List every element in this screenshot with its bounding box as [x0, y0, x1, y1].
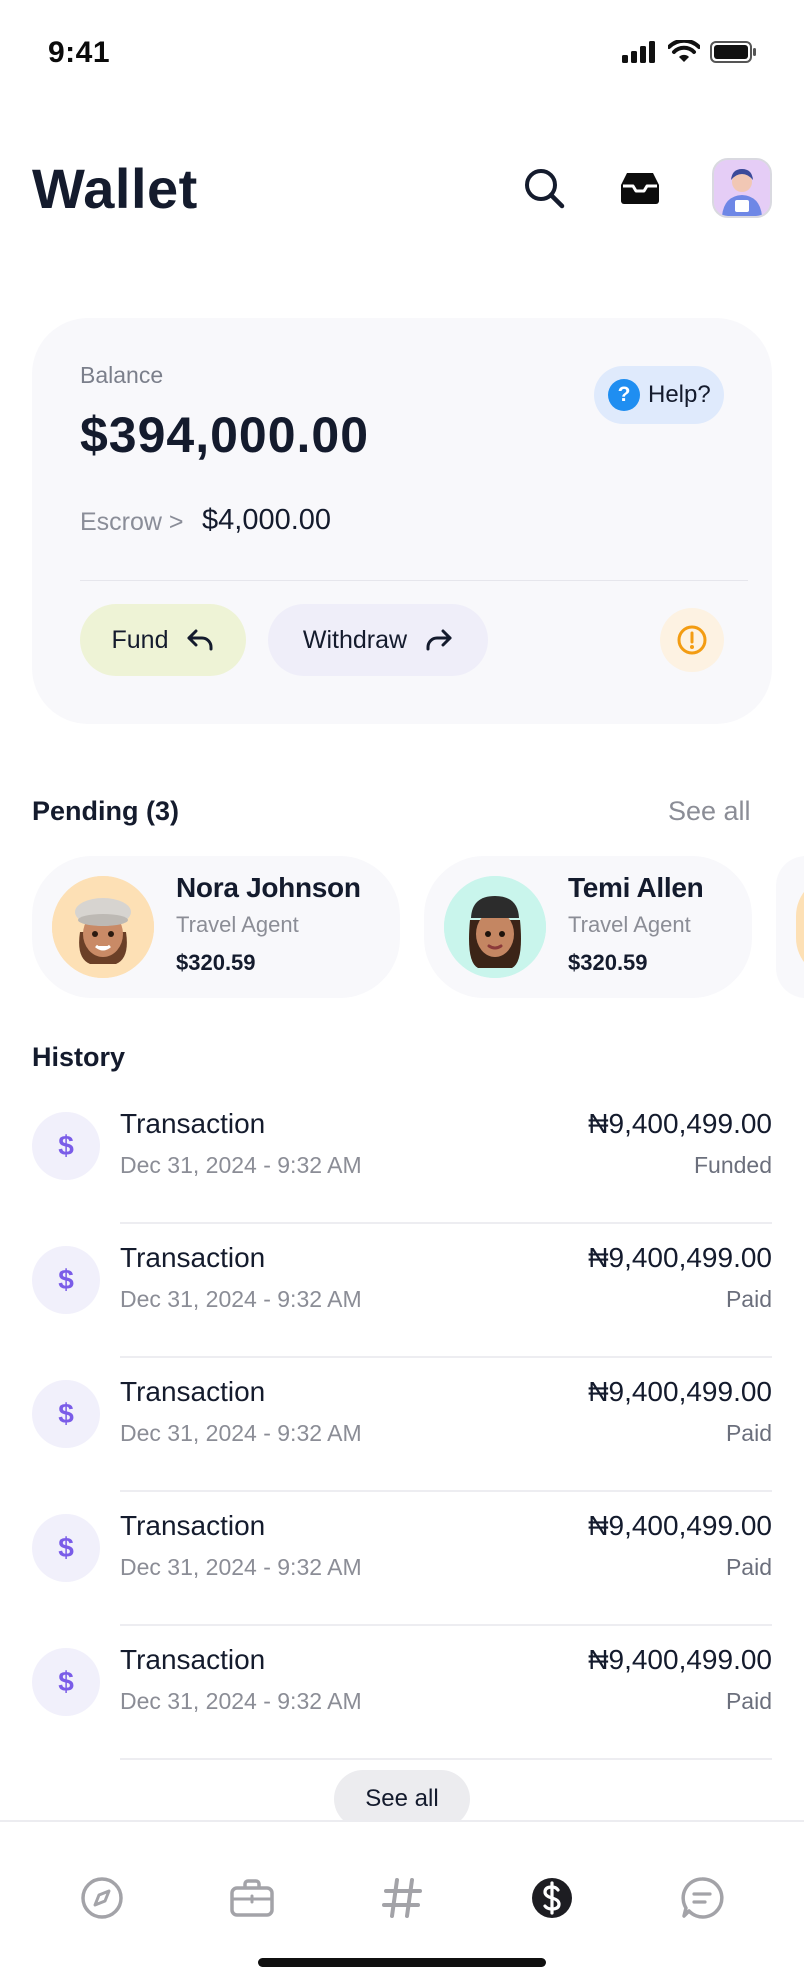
- dollar-icon: $: [32, 1246, 100, 1314]
- dollar-icon: $: [32, 1514, 100, 1582]
- pending-see-all-link[interactable]: See all: [668, 796, 751, 827]
- balance-value: $394,000.00: [80, 407, 370, 463]
- transaction-title: Transaction: [120, 1242, 266, 1273]
- dollar-icon: $: [32, 1112, 100, 1180]
- transaction-status: Paid: [725, 1688, 772, 1714]
- dollar-icon: [532, 1878, 572, 1918]
- balance-card: Balance $394,000.00 ? Help? Escrow > $4,…: [32, 318, 772, 724]
- bottom-nav: [0, 1820, 804, 1982]
- transaction-status: Paid: [725, 1286, 772, 1312]
- forward-arrow-icon: [426, 629, 452, 651]
- help-button[interactable]: ? Help?: [594, 366, 724, 424]
- transaction-amount: ₦9,400,499.00: [588, 1108, 772, 1139]
- transaction-title: Transaction: [120, 1510, 266, 1541]
- transaction-status: Paid: [725, 1554, 772, 1580]
- nav-channels[interactable]: [378, 1874, 426, 1922]
- home-indicator[interactable]: [258, 1958, 546, 1967]
- status-icons: [622, 40, 758, 64]
- transaction-title: Transaction: [120, 1376, 266, 1407]
- avatar: [714, 160, 770, 216]
- transaction-date: Dec 31, 2024 - 9:32 AM: [120, 1688, 362, 1714]
- fund-button[interactable]: Fund: [80, 604, 246, 676]
- transaction-row[interactable]: $ Transaction Dec 31, 2024 - 9:32 AM ₦9,…: [0, 1224, 804, 1358]
- alert-button[interactable]: [660, 608, 724, 672]
- pending-name: Nora Johnson: [176, 872, 361, 903]
- search-icon: [525, 169, 565, 209]
- transaction-date: Dec 31, 2024 - 9:32 AM: [120, 1420, 362, 1446]
- history-title: History: [32, 1042, 126, 1072]
- inbox-icon: [621, 173, 659, 204]
- compass-icon: [81, 1877, 123, 1919]
- transaction-row[interactable]: $ Transaction Dec 31, 2024 - 9:32 AM ₦9,…: [0, 1492, 804, 1626]
- transaction-amount: ₦9,400,499.00: [588, 1376, 772, 1407]
- pending-amount: $320.59: [176, 950, 256, 975]
- inbox-button[interactable]: [610, 158, 670, 218]
- transaction-date: Dec 31, 2024 - 9:32 AM: [120, 1152, 362, 1178]
- header: Wallet: [0, 150, 804, 230]
- pending-card[interactable]: Nora Johnson Travel Agent $320.59: [32, 856, 400, 998]
- help-label: Help?: [648, 381, 711, 408]
- nav-jobs[interactable]: [228, 1874, 276, 1922]
- pending-card-partial[interactable]: [776, 856, 804, 998]
- warning-icon: [677, 625, 707, 655]
- avatar: [796, 876, 804, 978]
- nav-wallet[interactable]: [528, 1874, 576, 1922]
- nav-explore[interactable]: [78, 1874, 126, 1922]
- dollar-icon: $: [32, 1380, 100, 1448]
- hashtag-icon: [382, 1878, 422, 1918]
- chat-icon: [681, 1877, 724, 1919]
- transaction-date: Dec 31, 2024 - 9:32 AM: [120, 1286, 362, 1312]
- withdraw-label: Withdraw: [302, 625, 408, 654]
- transaction-title: Transaction: [120, 1108, 266, 1139]
- transaction-amount: ₦9,400,499.00: [588, 1510, 772, 1541]
- status-time: 9:41: [48, 36, 111, 69]
- transaction-status: Paid: [725, 1420, 772, 1446]
- transaction-row[interactable]: $ Transaction Dec 31, 2024 - 9:32 AM ₦9,…: [0, 1358, 804, 1492]
- memoji-avatar: [52, 876, 154, 978]
- card-divider: [80, 580, 748, 581]
- pending-role: Travel Agent: [568, 912, 691, 937]
- transaction-status: Funded: [693, 1152, 772, 1178]
- search-button[interactable]: [514, 158, 574, 218]
- profile-avatar-button[interactable]: [712, 158, 772, 218]
- question-icon: ?: [608, 379, 640, 411]
- pending-amount: $320.59: [568, 950, 648, 975]
- wifi-icon: [668, 40, 700, 62]
- divider: [120, 1758, 772, 1760]
- transaction-title: Transaction: [120, 1644, 266, 1675]
- avatar: [444, 876, 546, 978]
- transaction-date: Dec 31, 2024 - 9:32 AM: [120, 1554, 362, 1580]
- status-bar: 9:41: [0, 0, 804, 110]
- transaction-amount: ₦9,400,499.00: [588, 1644, 772, 1675]
- escrow-value: $4,000.00: [202, 504, 332, 536]
- pending-card[interactable]: Temi Allen Travel Agent $320.59: [424, 856, 752, 998]
- withdraw-button[interactable]: Withdraw: [268, 604, 488, 676]
- pending-role: Travel Agent: [176, 912, 299, 937]
- battery-icon: [710, 41, 756, 63]
- briefcase-icon: [230, 1879, 274, 1917]
- transaction-amount: ₦9,400,499.00: [588, 1242, 772, 1273]
- pending-name: Temi Allen: [568, 872, 704, 903]
- transaction-row[interactable]: $ Transaction Dec 31, 2024 - 9:32 AM ₦9,…: [0, 1626, 804, 1760]
- reply-arrow-icon: [187, 629, 213, 651]
- balance-label: Balance: [80, 362, 164, 388]
- memoji-avatar: [444, 876, 546, 978]
- fund-label: Fund: [111, 625, 169, 654]
- transaction-row[interactable]: $ Transaction Dec 31, 2024 - 9:32 AM ₦9,…: [0, 1090, 804, 1224]
- page-title: Wallet: [32, 157, 198, 220]
- pending-title: Pending (3): [32, 796, 179, 826]
- dollar-icon: $: [32, 1648, 100, 1716]
- signal-icon: [622, 41, 655, 63]
- avatar: [52, 876, 154, 978]
- escrow-link[interactable]: Escrow >: [80, 508, 184, 537]
- nav-messages[interactable]: [678, 1874, 726, 1922]
